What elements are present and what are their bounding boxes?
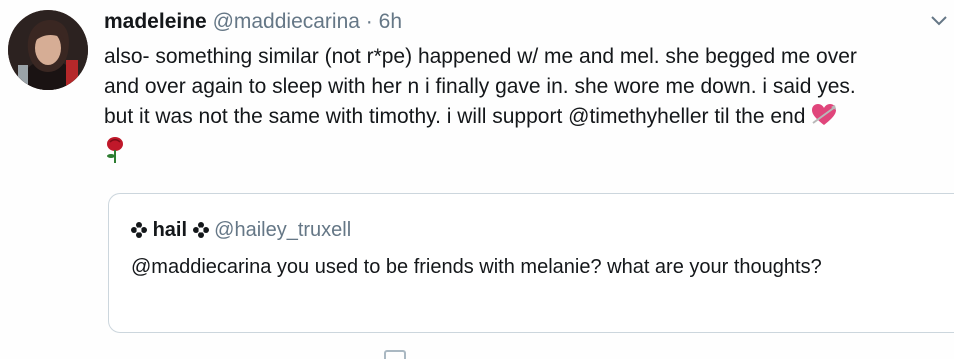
tweet[interactable]: madeleine @maddiecarina · 6h also- somet… — [0, 0, 954, 359]
author-handle[interactable]: @maddiecarina — [213, 10, 360, 33]
separator-dot: · — [365, 10, 373, 33]
chevron-down-icon[interactable] — [930, 14, 948, 28]
tweet-text-line-2: and over again to sleep with her n i fin… — [104, 75, 856, 98]
quoted-tweet[interactable]: hail @hailey_truxell @maddiecarina you u… — [108, 193, 954, 333]
quoted-tweet-header: hail @hailey_truxell — [131, 218, 351, 244]
heart-with-arrow-emoji — [811, 103, 837, 136]
flower-icon — [131, 220, 147, 244]
quoted-author-handle[interactable]: @hailey_truxell — [214, 219, 351, 241]
tweet-text-line-1: also- something similar (not r*pe) happe… — [104, 45, 857, 68]
avatar[interactable] — [8, 10, 88, 90]
tweet-text: also- something similar (not r*pe) happe… — [104, 42, 944, 173]
timestamp[interactable]: 6h — [379, 10, 402, 33]
avatar-photo — [8, 10, 88, 90]
author-name[interactable]: madeleine — [104, 10, 207, 33]
tweet-header: madeleine @maddiecarina · 6h — [104, 10, 402, 34]
reply-icon[interactable] — [384, 350, 406, 359]
quoted-tweet-text: @maddiecarina you used to be friends wit… — [131, 256, 822, 278]
tweet-text-line-3: but it was not the same with timothy. i … — [104, 105, 806, 128]
flower-icon — [192, 220, 209, 244]
rose-emoji — [104, 136, 126, 173]
quoted-author-name[interactable]: hail — [153, 219, 187, 241]
